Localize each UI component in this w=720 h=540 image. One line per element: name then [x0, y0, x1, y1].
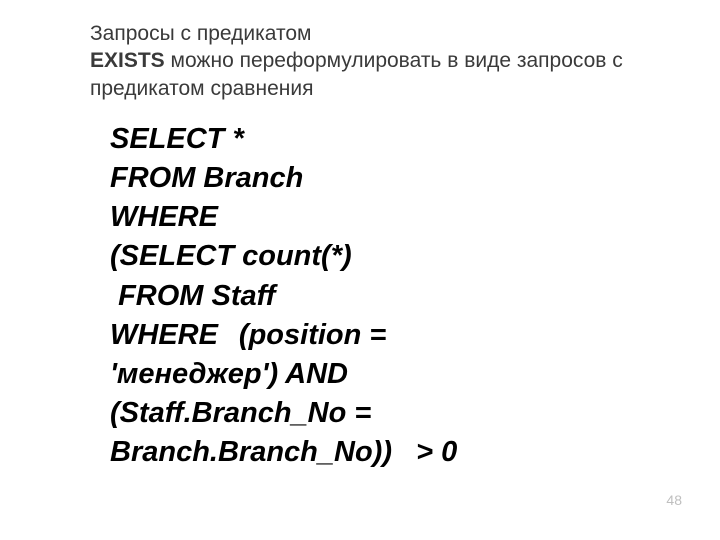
slide: Запросы с предикатом EXISTS можно перефо… [0, 0, 720, 540]
code-line-3: WHERE [110, 201, 218, 233]
slide-header: Запросы с предикатом EXISTS можно перефо… [90, 20, 640, 102]
code-line-4: (SELECT count(*) [110, 240, 352, 272]
header-exists-keyword: EXISTS [90, 49, 165, 72]
header-line1: Запросы с предикатом [90, 22, 311, 45]
code-line-7: (Staff.Branch_No = Branch.Branch_No)) > … [110, 397, 457, 468]
code-line-2: FROM Branch [110, 162, 303, 194]
page-number: 48 [666, 492, 682, 508]
header-line2-rest: можно переформулировать в виде запросов … [90, 49, 623, 99]
sql-code-block: SELECT * FROM Branch WHERE (SELECT count… [110, 120, 510, 472]
code-line-1: SELECT * [110, 123, 244, 155]
code-line-6: WHERE (position = 'менеджер') AND [110, 319, 394, 390]
code-line-5: FROM Staff [110, 280, 275, 312]
